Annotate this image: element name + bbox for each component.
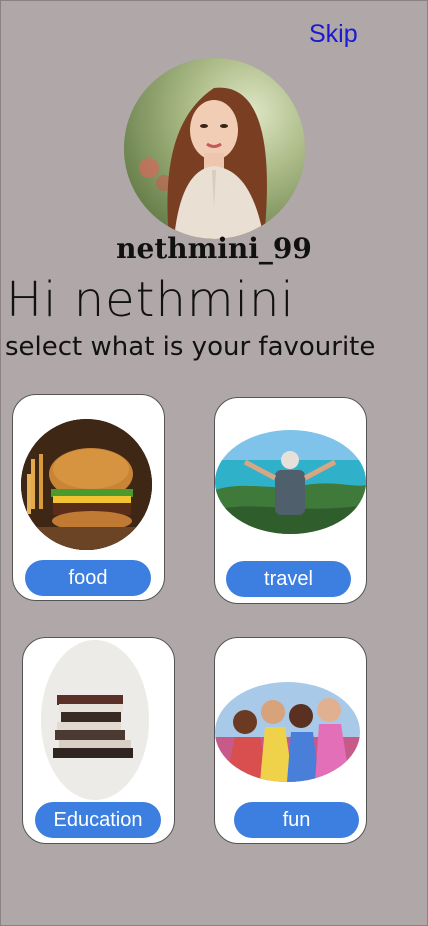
burger-photo-icon	[21, 419, 152, 550]
subtitle-text: select what is your favourite	[5, 332, 376, 362]
category-card-fun[interactable]: fun	[214, 637, 367, 844]
category-card-education[interactable]: Education	[22, 637, 175, 844]
profile-photo-icon	[124, 58, 305, 239]
traveler-photo-icon	[215, 430, 366, 534]
category-card-food[interactable]: food	[12, 394, 165, 601]
category-button-travel[interactable]: travel	[226, 561, 351, 597]
category-button-food[interactable]: food	[25, 560, 151, 596]
category-card-travel[interactable]: travel	[214, 397, 367, 604]
books-photo-icon	[41, 640, 149, 800]
greeting-heading: Hi nethmini	[6, 272, 295, 328]
profile-avatar	[124, 58, 305, 239]
username-label: nethmini_99	[116, 232, 312, 265]
skip-button[interactable]: Skip	[309, 20, 358, 49]
category-button-education[interactable]: Education	[35, 802, 161, 838]
category-button-fun[interactable]: fun	[234, 802, 359, 838]
friends-photo-icon	[215, 682, 360, 782]
